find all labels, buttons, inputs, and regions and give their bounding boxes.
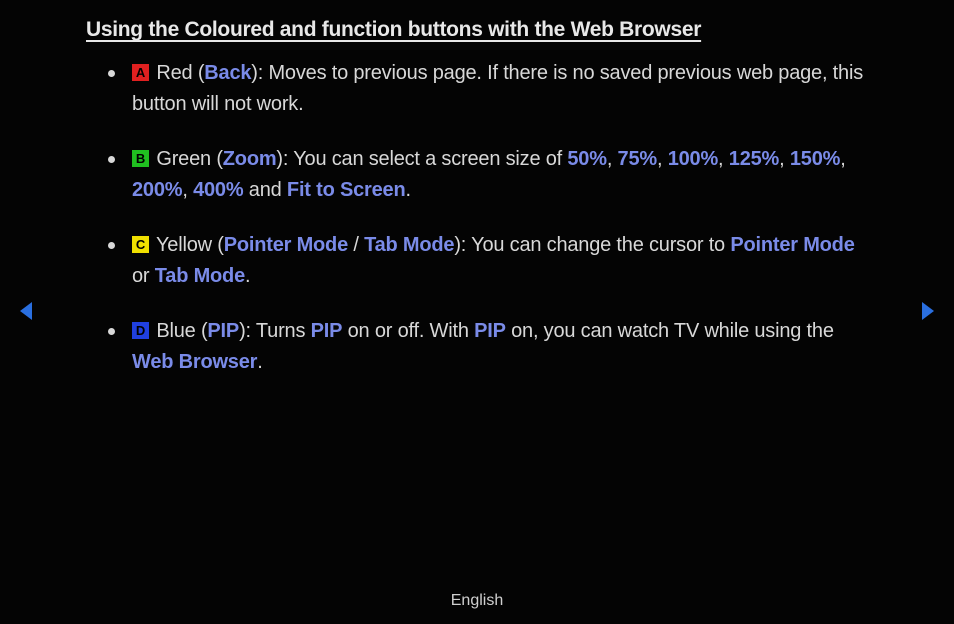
- badge-b-icon: B: [132, 150, 149, 167]
- zoom-100: 100%: [668, 148, 718, 170]
- list-item-yellow: C Yellow (Pointer Mode / Tab Mode): You …: [104, 230, 874, 292]
- zoom-200: 200%: [132, 179, 182, 201]
- zoom-125: 125%: [729, 148, 779, 170]
- pip-a: ): Turns: [239, 320, 311, 342]
- pip-c: on, you can watch TV while using the: [506, 320, 834, 342]
- period: .: [245, 265, 250, 287]
- list-item-green: B Green (Zoom): You can select a screen …: [104, 144, 874, 206]
- color-label: Red: [156, 62, 192, 84]
- color-label: Yellow: [156, 234, 212, 256]
- zoom-fit: Fit to Screen: [287, 179, 406, 201]
- period: .: [257, 351, 262, 373]
- pip-b: on or off. With: [342, 320, 474, 342]
- or: or: [132, 265, 155, 287]
- button-help-list: A Red (Back): Moves to previous page. If…: [104, 58, 874, 378]
- pip-hl2: PIP: [474, 320, 506, 342]
- badge-c-icon: C: [132, 236, 149, 253]
- hl-tab-mode: Tab Mode: [364, 234, 454, 256]
- hl-back: Back: [204, 62, 251, 84]
- zoom-400: 400%: [193, 179, 243, 201]
- mode-pointer: Pointer Mode: [730, 234, 854, 256]
- zoom-intro: ): You can select a screen size of: [276, 148, 567, 170]
- mode-tab: Tab Mode: [155, 265, 245, 287]
- prev-page-arrow[interactable]: [18, 300, 34, 322]
- zoom-and: and: [243, 179, 286, 201]
- period: .: [405, 179, 410, 201]
- hl-pointer-mode: Pointer Mode: [224, 234, 348, 256]
- pip-hl1: PIP: [311, 320, 343, 342]
- hl-pip: PIP: [207, 320, 239, 342]
- hl-zoom: Zoom: [223, 148, 277, 170]
- yellow-intro: ): You can change the cursor to: [454, 234, 730, 256]
- badge-d-icon: D: [132, 322, 149, 339]
- zoom-50: 50%: [567, 148, 606, 170]
- list-item-red: A Red (Back): Moves to previous page. If…: [104, 58, 874, 120]
- list-item-blue: D Blue (PIP): Turns PIP on or off. With …: [104, 316, 874, 378]
- slash: /: [348, 234, 364, 256]
- zoom-150: 150%: [790, 148, 840, 170]
- color-label: Green: [156, 148, 211, 170]
- zoom-75: 75%: [618, 148, 657, 170]
- pip-hl3: Web Browser: [132, 351, 257, 373]
- language-label: English: [0, 592, 954, 610]
- next-page-arrow[interactable]: [920, 300, 936, 322]
- color-label: Blue: [156, 320, 195, 342]
- badge-a-icon: A: [132, 64, 149, 81]
- page-title: Using the Coloured and function buttons …: [86, 18, 874, 42]
